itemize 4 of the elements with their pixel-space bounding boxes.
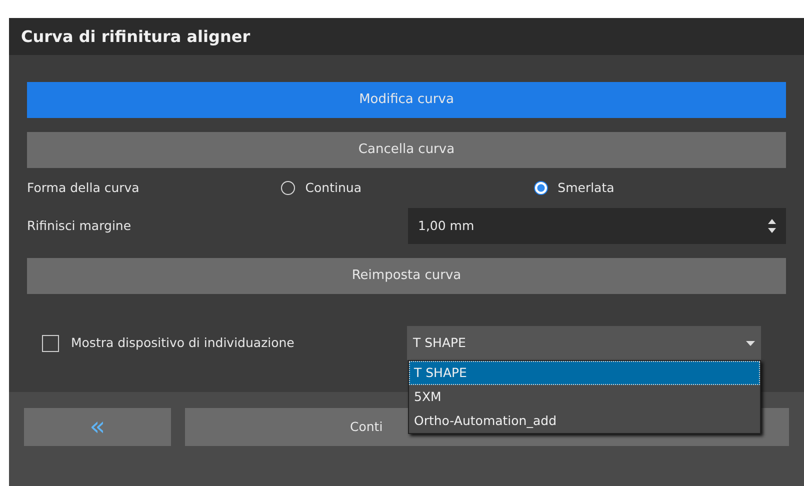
checkbox-label: Mostra dispositivo di individuazione bbox=[71, 334, 296, 352]
panel-title: Curva di rifinitura aligner bbox=[9, 18, 804, 55]
field-label: Rifinisci margine bbox=[27, 216, 132, 235]
field-label: Forma della curva bbox=[27, 178, 140, 197]
